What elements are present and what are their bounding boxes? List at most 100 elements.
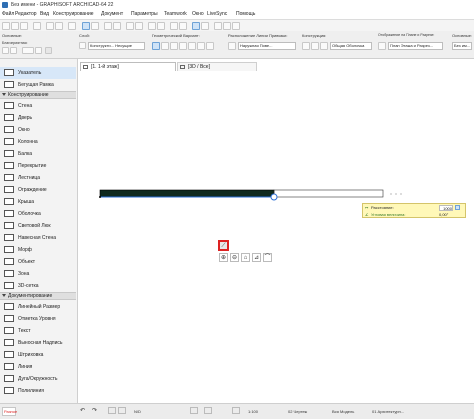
toolbox-item[interactable]: Объект: [0, 256, 76, 268]
toolbox-item[interactable]: Дверь: [0, 112, 76, 124]
menu-design[interactable]: Конструирование: [53, 10, 94, 19]
layers-icon[interactable]: [214, 22, 222, 30]
toolbox-item[interactable]: Окно: [0, 124, 76, 136]
print-icon[interactable]: [33, 22, 41, 30]
snap-to-points-icon[interactable]: [192, 22, 200, 30]
tab-floor-plan[interactable]: [1. 1-й этаж]: [80, 62, 176, 71]
wall-element[interactable]: [99, 189, 275, 198]
drawing-canvas[interactable]: [78, 71, 474, 403]
curved-wall-icon[interactable]: [161, 42, 169, 50]
favorites-dropdown-icon[interactable]: [22, 47, 34, 54]
layer-combo-value[interactable]: 02 Чертеж: [288, 407, 307, 416]
toolbox-item[interactable]: Выносная Надпись: [0, 337, 76, 349]
rotate-icon[interactable]: [113, 22, 121, 30]
undo-button[interactable]: ↶: [80, 407, 85, 416]
add-to-polygon-icon[interactable]: ⊕: [219, 253, 228, 262]
menu-teamwork[interactable]: Teamwork: [164, 10, 187, 19]
offset-edge-icon[interactable]: ⌂: [241, 253, 250, 262]
layer-dropdown[interactable]: Конструкти... Несущие: [88, 42, 145, 50]
rotated-rectangle-wall-icon[interactable]: [188, 42, 196, 50]
magic-wand-icon[interactable]: [91, 22, 99, 30]
toolbox-item[interactable]: Световой Люк: [0, 220, 76, 232]
straight-wall-icon[interactable]: [152, 42, 160, 50]
reference-line-icon[interactable]: [35, 47, 42, 54]
3d-view-icon[interactable]: [126, 22, 134, 30]
angle-value[interactable]: 0,00°: [439, 211, 448, 218]
toolbox-item[interactable]: Стена: [0, 100, 76, 112]
floor-display-icon[interactable]: [378, 42, 386, 50]
zoom-in-button[interactable]: [108, 407, 116, 414]
menu-document[interactable]: Документ: [101, 10, 123, 19]
menu-file[interactable]: Файл: [2, 10, 14, 19]
toolbox-item[interactable]: Морф: [0, 244, 76, 256]
lock-icon[interactable]: [455, 205, 460, 210]
toolbox-item[interactable]: Бегущая Рамка: [0, 79, 76, 91]
more-tools-label[interactable]: Разное: [2, 407, 17, 416]
wall-thickness-icon[interactable]: [45, 47, 52, 54]
profile-icon[interactable]: [320, 42, 328, 50]
fit-in-window-icon[interactable]: [190, 407, 198, 414]
pointer-tool-icon[interactable]: [82, 22, 90, 30]
single-wall-pet-icon[interactable]: ⟋: [218, 240, 229, 251]
curve-edge-icon[interactable]: ⌒: [263, 253, 272, 262]
menu-options[interactable]: Параметры: [131, 10, 158, 19]
rectangle-wall-icon[interactable]: [179, 42, 187, 50]
structure-icon[interactable]: [302, 42, 310, 50]
toolbox-item[interactable]: Оболочка: [0, 208, 76, 220]
toolbox-section-header[interactable]: Конструирование: [0, 91, 76, 99]
toolbox-item[interactable]: Балка: [0, 148, 76, 160]
toolbox-item[interactable]: Линия: [0, 361, 76, 373]
element-settings-icon[interactable]: [10, 47, 17, 54]
wall-tool-icon[interactable]: [2, 47, 9, 54]
copy-icon[interactable]: [68, 22, 76, 30]
section-icon[interactable]: [135, 22, 143, 30]
toolbox-item[interactable]: Штриховка: [0, 349, 76, 361]
toolbox-item[interactable]: Навесная Стена: [0, 232, 76, 244]
toolbox-item[interactable]: Ограждение: [0, 184, 76, 196]
zoom-out-button[interactable]: [118, 407, 126, 414]
location-dropdown[interactable]: Наружная Пове...: [238, 42, 296, 50]
trace-icon[interactable]: [104, 22, 112, 30]
toolbox-item[interactable]: Колонна: [0, 136, 76, 148]
toolbox-item[interactable]: Дуга/Окружность: [0, 373, 76, 385]
layer-icon[interactable]: [79, 42, 86, 49]
polygon-wall-icon[interactable]: [206, 42, 214, 50]
display-dropdown[interactable]: План Этажа и Разрез...: [388, 42, 443, 50]
toolbox-item[interactable]: Указатель: [0, 67, 76, 79]
pen-set-value[interactable]: 01 Архитектурн...: [372, 407, 404, 416]
composite-icon[interactable]: [311, 42, 319, 50]
redo-icon[interactable]: [55, 22, 63, 30]
toolbox-item[interactable]: Лестница: [0, 172, 76, 184]
toolbox-item[interactable]: Зона: [0, 268, 76, 280]
zoom-out-icon[interactable]: [179, 22, 187, 30]
undo-icon[interactable]: [46, 22, 54, 30]
menu-help[interactable]: Помощь: [236, 10, 255, 19]
menu-livesync[interactable]: LiveSync: [207, 10, 227, 19]
toolbox-item[interactable]: Крыша: [0, 196, 76, 208]
tab-3d[interactable]: [3D / Все]: [177, 62, 257, 71]
subtract-polygon-icon[interactable]: ⊖: [230, 253, 239, 262]
scale-icon[interactable]: [232, 407, 240, 414]
toolbox-item[interactable]: 3D-сетка: [0, 280, 76, 292]
info-field[interactable]: Без им...: [452, 42, 472, 50]
menu-edit[interactable]: Редактор: [15, 10, 37, 19]
toolbox-section-header[interactable]: Документирование: [0, 292, 76, 300]
zoom-in-icon[interactable]: [170, 22, 178, 30]
toolbox-item[interactable]: Текст: [0, 325, 76, 337]
scale-value[interactable]: 1:100: [248, 407, 258, 416]
chained-wall-icon[interactable]: [170, 42, 178, 50]
settings-icon[interactable]: [232, 22, 240, 30]
structure-dropdown[interactable]: Общая Оболочка: [330, 42, 372, 50]
reference-line-location-icon[interactable]: [228, 42, 236, 50]
toolbox-item[interactable]: Перекрытие: [0, 160, 76, 172]
rotate-view-icon[interactable]: [204, 407, 212, 414]
toolbox-item[interactable]: Линейный Размер: [0, 301, 76, 313]
save-icon[interactable]: [20, 22, 28, 30]
toolbox-item[interactable]: Отметка Уровня: [0, 313, 76, 325]
guide-lines-icon[interactable]: [157, 22, 165, 30]
redo-button[interactable]: ↷: [92, 407, 97, 416]
grid-snap-icon[interactable]: [148, 22, 156, 30]
menu-window[interactable]: Окно: [192, 10, 204, 19]
offset-all-edges-icon[interactable]: ⊿: [252, 253, 261, 262]
trapezoid-wall-icon[interactable]: [197, 42, 205, 50]
